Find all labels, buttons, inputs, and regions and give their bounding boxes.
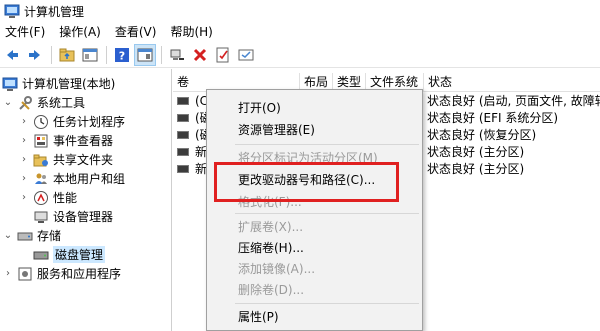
refresh-icon[interactable] [236,45,256,65]
properties-icon[interactable] [134,43,156,66]
volume-status: 状态良好 (恢复分区) [427,128,537,142]
menu-item-extend-volume: 扩展卷(X)... [238,220,304,234]
window-title: 计算机管理 [24,4,85,19]
tree-item-label: 本地用户和组 [53,172,126,186]
tree-item-label: 磁盘管理 [53,246,106,263]
menu-item-add-mirror: 添加镜像(A)... [238,262,316,276]
chevron-right-icon[interactable]: › [18,192,30,203]
computer-management-icon [4,3,20,19]
tree-item-system-tools[interactable]: ⌄ 系统工具 [2,93,85,112]
back-arrow-icon[interactable] [2,45,22,65]
tree-item-device-manager[interactable]: 设备管理器 [33,207,113,226]
tree-item-label: 计算机管理(本地) [22,77,116,91]
chevron-right-icon[interactable]: › [18,154,30,165]
volume-status: 状态良好 (EFI 系统分区) [427,111,559,125]
menu-separator [235,144,419,145]
menu-file[interactable]: 文件(F) [0,22,54,42]
menu-help[interactable]: 帮助(H) [165,22,221,42]
tree-item-performance[interactable]: › 性能 [18,188,77,207]
svg-text:?: ? [119,49,125,62]
chevron-right-icon[interactable]: › [18,135,30,146]
highlight-box [214,162,399,202]
tree-item-label: 存储 [37,229,62,243]
menu-bar: 文件(F) 操作(A) 查看(V) 帮助(H) [0,22,600,42]
computer-management-icon [2,76,18,92]
menu-item-delete-volume: 删除卷(D)... [238,283,305,297]
volume-icon [177,131,189,139]
tree-item-root[interactable]: 计算机管理(本地) [2,74,115,93]
clock-icon [33,114,49,130]
disk-management-icon [33,247,49,263]
show-hide-tree-icon[interactable] [80,45,100,65]
toolbar-separator [161,45,162,64]
chevron-right-icon[interactable]: › [2,268,14,279]
chevron-right-icon[interactable]: › [18,173,30,184]
title-bar: 计算机管理 [0,0,600,22]
navigation-tree: 计算机管理(本地) ⌄ 系统工具 › 任务计划程序 › 事件查看器 › 共享文件… [0,69,172,331]
context-menu: 打开(O) 资源管理器(E) 将分区标记为活动分区(M) 更改驱动器号和路径(C… [206,89,423,331]
tree-item-label: 共享文件夹 [53,153,114,167]
check-icon[interactable] [213,45,233,65]
volume-icon [177,114,189,122]
tools-icon [17,95,33,111]
tree-item-label: 设备管理器 [53,210,114,224]
delete-icon[interactable] [190,45,210,65]
toolbar-separator [106,45,107,64]
tree-item-label: 任务计划程序 [53,115,126,129]
tree-item-local-users[interactable]: › 本地用户和组 [18,169,125,188]
up-folder-icon[interactable] [57,45,77,65]
services-icon [17,266,33,282]
tree-item-event-viewer[interactable]: › 事件查看器 [18,131,113,150]
chevron-down-icon[interactable]: ⌄ [2,97,14,108]
menu-item-explorer[interactable]: 资源管理器(E) [207,119,422,141]
help-icon[interactable]: ? [112,45,132,65]
menu-separator [235,213,419,214]
shared-folder-icon [33,152,49,168]
menu-item-open[interactable]: 打开(O) [207,97,422,119]
forward-arrow-icon[interactable] [25,45,45,65]
tree-item-label: 性能 [53,191,78,205]
tree-item-shared-folders[interactable]: › 共享文件夹 [18,150,113,169]
event-viewer-icon [33,133,49,149]
performance-icon [33,190,49,206]
tree-item-disk-management[interactable]: 磁盘管理 [33,245,106,264]
volume-status: 状态良好 (主分区) [427,145,525,159]
device-manager-icon [33,209,49,225]
menu-item-properties[interactable]: 属性(P) [207,306,422,328]
chevron-right-icon[interactable]: › [18,116,30,127]
tree-item-label: 事件查看器 [53,134,114,148]
chevron-down-icon[interactable]: ⌄ [2,230,14,241]
volume-icon [177,148,189,156]
volume-icon [177,97,189,105]
connect-icon[interactable] [167,45,187,65]
storage-icon [17,228,33,244]
menu-item-shrink-volume[interactable]: 压缩卷(H)... [207,237,422,259]
volume-icon [177,165,189,173]
tree-item-label: 服务和应用程序 [37,267,122,281]
volume-status: 状态良好 (主分区) [427,162,525,176]
tree-item-storage[interactable]: ⌄ 存储 [2,226,61,245]
toolbar-separator [51,45,52,64]
tree-item-services-apps[interactable]: › 服务和应用程序 [2,264,121,283]
menu-separator [235,303,419,304]
tree-item-label: 系统工具 [37,96,86,110]
toolbar: ? [0,42,600,68]
users-icon [33,171,49,187]
column-header-status[interactable]: 状态 [424,73,600,92]
tree-item-task-scheduler[interactable]: › 任务计划程序 [18,112,125,131]
menu-action[interactable]: 操作(A) [54,22,110,42]
volume-status: 状态良好 (启动, 页面文件, 故障转储 [427,94,600,108]
menu-view[interactable]: 查看(V) [110,22,166,42]
